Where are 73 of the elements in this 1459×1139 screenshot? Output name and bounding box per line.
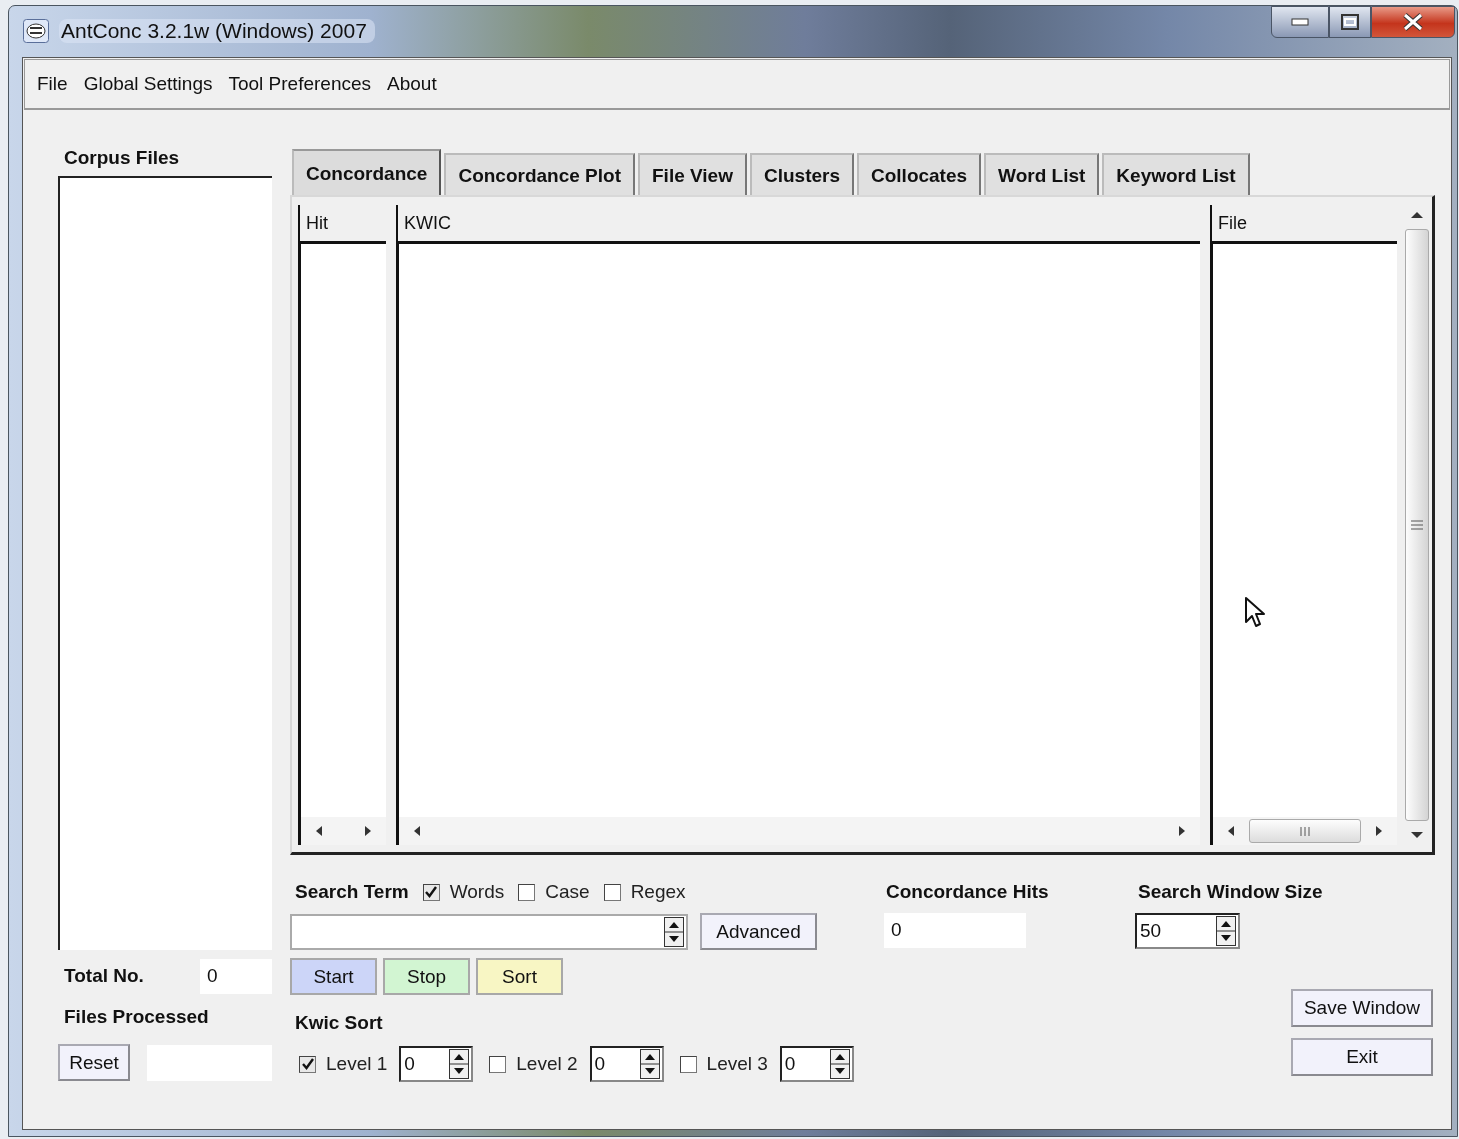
checkbox[interactable] [603,883,621,901]
grip-icon [1298,826,1312,836]
tab[interactable]: Concordance [292,149,442,195]
spin-arrows-icon [664,916,684,947]
minimize-icon [1291,18,1309,26]
horizontal-scrollbar[interactable] [1210,817,1397,845]
maximize-button[interactable] [1329,6,1371,38]
scroll-left-icon [1227,826,1235,836]
spin-arrows-icon [639,1049,660,1079]
checkbox-label: Level 2 [516,1053,578,1075]
scroll-thumb[interactable] [1249,819,1361,843]
checkbox-label: Level 3 [706,1053,768,1075]
scroll-up-icon [1410,211,1423,219]
check-icon [424,885,439,899]
menu-item[interactable]: About [387,73,437,95]
maximize-icon [1341,14,1359,30]
search-term-label: Search Term [295,881,409,903]
check-icon [300,1057,315,1071]
tab[interactable]: Concordance Plot [444,153,635,195]
files-processed-label: Files Processed [63,1006,210,1029]
total-value-field: 0 [200,958,272,994]
spin-arrows-icon [1216,916,1236,946]
action-button[interactable]: Start [290,958,377,995]
tab[interactable]: Collocates [857,153,982,195]
checkbox[interactable] [489,1055,507,1073]
spin-arrows-icon [449,1049,470,1079]
grip-icon [1410,518,1423,532]
menu-item[interactable]: Tool Preferences [228,73,372,95]
checkbox-label: Level 1 [326,1053,388,1075]
number-field[interactable] [290,913,688,950]
close-icon [1402,13,1424,31]
number-field[interactable]: 0 [399,1046,474,1082]
reset-button[interactable]: Reset [58,1044,130,1081]
horizontal-scrollbar[interactable] [396,817,1200,845]
window-size-label: Search Window Size [1137,880,1323,904]
scroll-right-icon [364,826,372,836]
hits-label: Concordance Hits [885,880,1050,904]
kwic-sort-label: Kwic Sort [294,1012,384,1035]
close-button[interactable] [1371,6,1455,38]
menu-item[interactable]: File [37,73,68,95]
spin-arrows-icon [829,1049,850,1079]
section-label: Corpus Files [63,147,181,170]
app-icon [23,19,49,43]
scroll-left-icon [315,826,323,836]
checkbox[interactable] [299,1055,316,1073]
checkbox[interactable] [518,883,536,901]
menu-item[interactable]: Global Settings [83,73,213,95]
total-label: Total No. [64,965,144,987]
horizontal-scrollbar[interactable] [298,817,386,845]
number-field[interactable]: 0 [779,1046,854,1082]
save-window-button[interactable]: Save Window [1291,989,1433,1027]
scroll-left-icon [413,826,421,836]
tab[interactable]: Word List [984,153,1100,195]
window-title: AntConc 3.2.1w (Windows) 2007 [59,19,375,43]
action-button[interactable]: Sort [476,958,563,995]
checkbox-label: Case [545,881,590,903]
scroll-right-icon [1375,826,1383,836]
checkbox[interactable] [422,883,440,901]
number-field[interactable]: 0 [589,1046,664,1082]
exit-button[interactable]: Exit [1291,1038,1433,1076]
checkbox[interactable] [679,1055,697,1073]
minimize-button[interactable] [1271,6,1329,38]
tab[interactable]: File View [638,153,747,195]
hits-value-field: 0 [884,913,1026,948]
checkbox-label: Regex [630,881,686,903]
scroll-down-icon [1410,831,1423,839]
checkbox-label: Words [449,881,505,903]
tab[interactable]: Clusters [749,153,854,195]
action-button[interactable]: Stop [383,958,470,995]
advanced-button[interactable]: Advanced [700,913,817,950]
number-field[interactable]: 50 [1135,913,1240,949]
tab[interactable]: Keyword List [1102,153,1250,195]
scroll-right-icon [1178,826,1186,836]
